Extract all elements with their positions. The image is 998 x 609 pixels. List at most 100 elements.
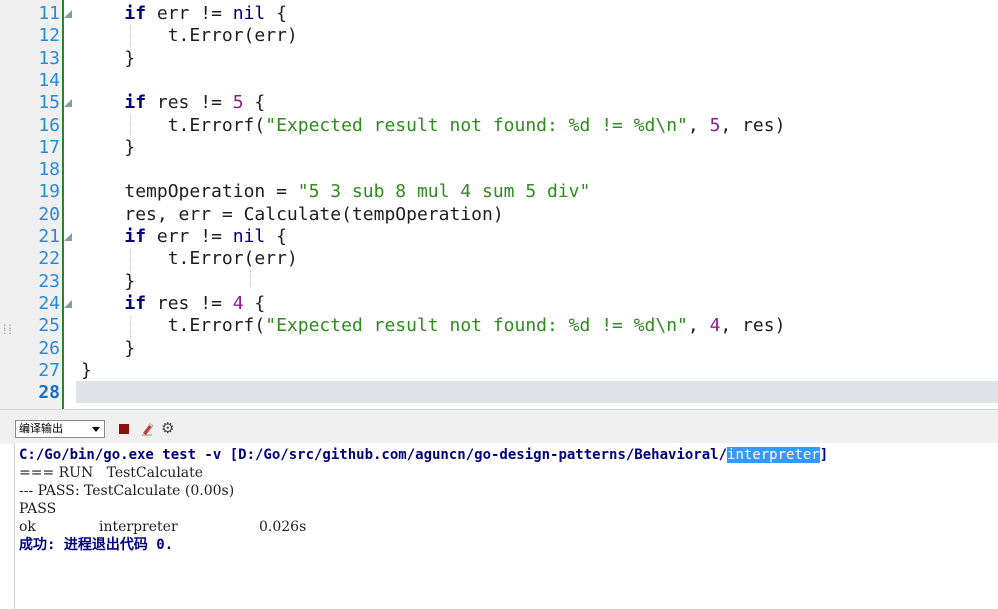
code-line[interactable]: }	[81, 137, 135, 159]
code-token: 5	[232, 92, 244, 114]
splitter-grip-icon[interactable]: ::::	[2, 323, 13, 337]
code-token: res !=	[146, 292, 233, 314]
output-panel-toolbar: 编译输出 ⚙	[0, 409, 998, 444]
line-number: 21	[38, 226, 60, 247]
line-number: 24	[38, 292, 60, 314]
line-number: 19	[38, 181, 60, 203]
indent-guide	[130, 115, 131, 140]
code-token: if	[124, 292, 147, 314]
code-token: {	[265, 226, 287, 247]
code-line[interactable]: }	[81, 338, 135, 360]
output-success-line: 成功: 进程退出代码 0.	[19, 537, 174, 553]
line-number: 16	[38, 114, 60, 136]
clear-icon[interactable]	[140, 421, 154, 436]
ok-time: 0.026s	[259, 519, 307, 535]
code-token: err !=	[146, 3, 233, 24]
line-number: 15	[38, 92, 60, 114]
code-line[interactable]: t.Error(err)	[81, 248, 298, 270]
code-token: res !=	[146, 92, 233, 114]
code-token: {	[243, 292, 266, 314]
command-suffix: ]	[819, 447, 829, 463]
code-line[interactable]: t.Errorf("Expected result not found: %d …	[81, 315, 786, 337]
line-number: 25	[38, 315, 60, 337]
fold-margin-bar	[62, 0, 64, 409]
code-token: ,	[687, 114, 710, 136]
code-line[interactable]: t.Errorf("Expected result not found: %d …	[81, 114, 786, 137]
fold-toggle-icon[interactable]	[64, 299, 72, 308]
code-token: nil	[232, 3, 266, 24]
editor-left-margin: ::::	[0, 0, 15, 409]
line-number: 18	[38, 159, 60, 181]
code-line[interactable]: }	[81, 360, 92, 382]
code-line[interactable]: res, err = Calculate(tempOperation)	[81, 203, 504, 226]
code-token: 4	[709, 315, 721, 337]
code-line[interactable]: t.Error(err)	[81, 25, 298, 47]
code-line[interactable]: tempOperation = "5 3 sub 8 mul 4 sum 5 d…	[81, 181, 590, 203]
code-token: }	[124, 47, 136, 69]
ok-label: ok	[19, 519, 36, 535]
code-token: "Expected result not found: %d != %d\n"	[265, 315, 688, 337]
output-type-select-value: 编译输出	[19, 422, 63, 435]
current-line-highlight	[76, 381, 998, 404]
code-line[interactable]: }	[81, 271, 135, 293]
code-token: err !=	[146, 226, 233, 247]
output-pass-line: --- PASS: TestCalculate (0.00s)	[19, 483, 235, 499]
code-token: if	[124, 226, 147, 247]
code-token: if	[124, 3, 147, 24]
line-number: 27	[38, 359, 60, 381]
code-line[interactable]: if err != nil {	[81, 3, 287, 25]
command-text: C:/Go/bin/go.exe test -v [D:/Go/src/gith…	[19, 447, 728, 463]
fold-toggle-icon[interactable]	[64, 10, 72, 18]
fold-toggle-icon[interactable]	[64, 233, 72, 241]
indent-guide	[130, 25, 131, 50]
code-token: tempOperation =	[124, 181, 298, 203]
output-run-line: === RUN TestCalculate	[19, 465, 204, 481]
selected-text: interpreter	[727, 447, 820, 463]
code-line[interactable]: }	[81, 48, 135, 70]
output-ok-line: ok interpreter 0.026s	[19, 518, 306, 536]
output-pass-status: PASS	[19, 501, 57, 517]
code-token: 5	[709, 114, 721, 136]
code-token: ,	[687, 315, 710, 337]
code-token: res, err = Calculate(tempOperation)	[124, 203, 504, 225]
line-number: 28	[38, 382, 60, 404]
code-token: t.Errorf(	[167, 114, 266, 136]
line-number: 14	[38, 69, 60, 91]
build-output-console[interactable]: C:/Go/bin/go.exe test -v [D:/Go/src/gith…	[14, 443, 998, 609]
code-token: nil	[232, 226, 266, 247]
code-token: t.Errorf(	[167, 315, 266, 337]
indent-guide	[250, 270, 251, 288]
line-number: 26	[38, 337, 60, 359]
code-token: "5 3 sub 8 mul 4 sum 5 div"	[297, 181, 591, 203]
code-token: {	[243, 92, 266, 114]
code-token: t.Error(err)	[167, 25, 298, 47]
code-line[interactable]: if res != 5 {	[81, 92, 265, 114]
code-token: , res)	[720, 315, 786, 337]
code-token: , res)	[720, 114, 786, 136]
code-editor[interactable]: :::: 11 if err != nil {12 t.Error(err) 13…	[0, 0, 998, 409]
line-number: 13	[38, 47, 60, 69]
code-token: }	[81, 359, 92, 381]
indent-guide	[130, 249, 131, 274]
indent-guide	[130, 316, 131, 341]
code-token: {	[265, 3, 287, 24]
line-number: 20	[38, 203, 60, 225]
code-line[interactable]: if err != nil {	[81, 226, 287, 248]
output-command-line: C:/Go/bin/go.exe test -v [D:/Go/src/gith…	[19, 446, 828, 464]
output-type-select[interactable]: 编译输出	[15, 420, 105, 438]
code-token: "Expected result not found: %d != %d\n"	[265, 114, 688, 136]
code-token: if	[124, 92, 147, 114]
line-number: 12	[38, 25, 60, 47]
line-number: 11	[38, 3, 60, 24]
line-number: 17	[38, 136, 60, 158]
stop-icon[interactable]	[119, 424, 129, 434]
ok-package: interpreter	[99, 519, 178, 535]
fold-toggle-icon[interactable]	[64, 99, 72, 108]
code-token: t.Error(err)	[167, 248, 298, 270]
line-number: 22	[38, 248, 60, 270]
chevron-down-icon	[92, 427, 100, 432]
line-number: 23	[38, 270, 60, 292]
code-line[interactable]: if res != 4 {	[81, 293, 265, 315]
gear-icon[interactable]: ⚙	[161, 420, 177, 436]
code-token: 4	[232, 292, 244, 314]
